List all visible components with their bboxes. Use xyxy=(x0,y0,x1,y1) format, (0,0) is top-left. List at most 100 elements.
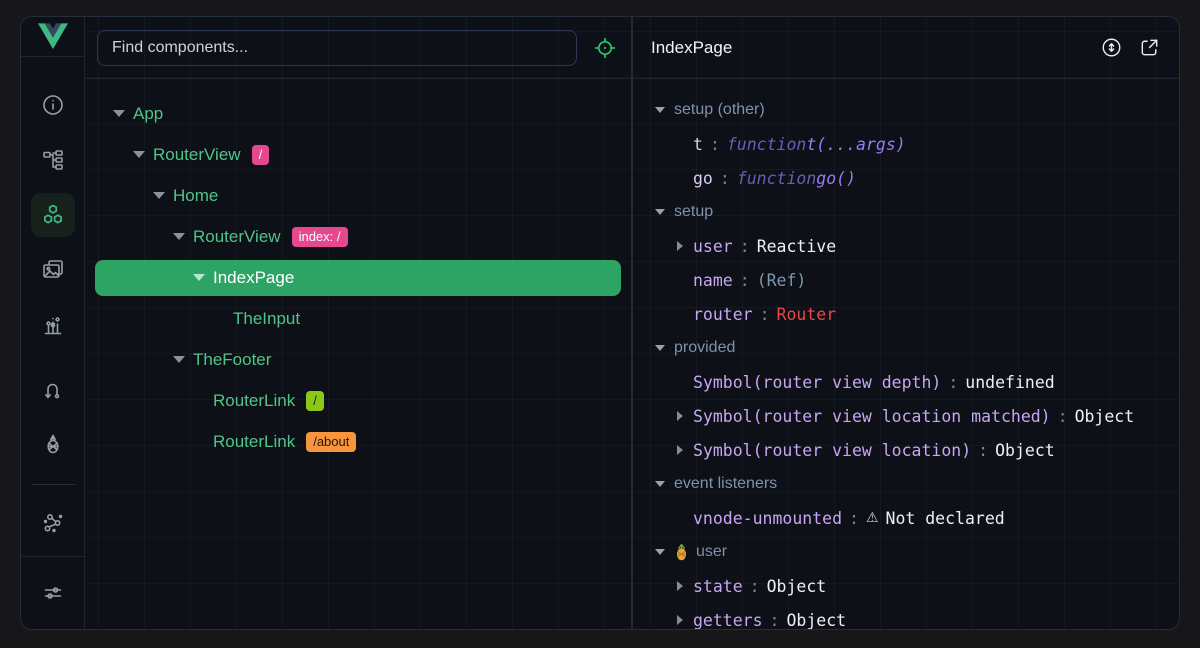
section-header-setup[interactable]: setup xyxy=(633,195,1179,229)
component-name: Home xyxy=(173,186,218,206)
key-value-separator: : xyxy=(1051,407,1075,426)
tree-row-app[interactable]: App xyxy=(85,93,631,134)
state-key: Symbol(router view depth) xyxy=(693,373,941,392)
component-tree-panel: App RouterView/Home RouterViewindex: /Inde… xyxy=(85,17,631,629)
component-name: App xyxy=(133,104,163,124)
inspector-state: setup (other) t:function t(...args)go:fun… xyxy=(633,79,1179,629)
collapse-arrow-icon[interactable] xyxy=(172,356,186,363)
state-key: Symbol(router view location matched) xyxy=(693,407,1051,426)
expand-arrow-icon[interactable] xyxy=(677,411,690,421)
section-label: setup xyxy=(674,203,713,221)
sidebar-item-assets[interactable] xyxy=(31,248,75,292)
sidebar-item-settings[interactable] xyxy=(31,571,75,615)
state-row-t[interactable]: t:function t(...args) xyxy=(633,127,1179,161)
sidebar-item-components[interactable] xyxy=(31,193,75,237)
section-label: setup (other) xyxy=(674,101,765,119)
tree-row-routerlink[interactable]: RouterLink/ xyxy=(85,380,631,421)
state-key: user xyxy=(693,237,733,256)
state-value: function xyxy=(737,169,816,188)
devtools-window: AppRouterView/HomeRouterViewindex: /Inde… xyxy=(20,16,1180,630)
tree-row-indexpage[interactable]: IndexPage xyxy=(95,260,621,296)
collapse-arrow-icon[interactable] xyxy=(112,110,126,117)
state-value: Router xyxy=(777,305,837,324)
scroll-to-component-button[interactable] xyxy=(1099,36,1123,60)
state-row-vnode-unmounted[interactable]: vnode-unmounted:⚠Not declared xyxy=(633,501,1179,535)
state-row-symbol-router-view-location-[interactable]: Symbol(router view location):Object xyxy=(633,433,1179,467)
tree-row-home[interactable]: Home xyxy=(85,175,631,216)
state-value: (Ref) xyxy=(757,271,807,290)
expand-arrow-icon[interactable] xyxy=(677,445,690,455)
info-icon xyxy=(41,93,65,117)
key-value-separator: : xyxy=(763,611,787,630)
tree-row-thefooter[interactable]: TheFooter xyxy=(85,339,631,380)
collapse-arrow-icon[interactable] xyxy=(172,233,186,240)
component-name: RouterLink xyxy=(213,432,295,452)
state-row-state[interactable]: state:Object xyxy=(633,569,1179,603)
state-row-getters[interactable]: getters:Object xyxy=(633,603,1179,629)
section-header-setup-other-[interactable]: setup (other) xyxy=(633,93,1179,127)
sidebar-item-pinia[interactable] xyxy=(31,423,75,467)
state-value: function xyxy=(727,135,806,154)
state-row-symbol-router-view-depth-[interactable]: Symbol(router view depth):undefined xyxy=(633,365,1179,399)
collapse-arrow-icon[interactable] xyxy=(192,274,206,281)
collapse-arrow-icon xyxy=(655,345,665,351)
expand-arrow-icon[interactable] xyxy=(677,241,690,251)
sidebar-item-component-tree[interactable] xyxy=(31,138,75,182)
sidebar-item-router[interactable] xyxy=(31,368,75,412)
tree-row-routerview[interactable]: RouterViewindex: / xyxy=(85,216,631,257)
open-in-editor-button[interactable] xyxy=(1137,36,1161,60)
inspector-panel: IndexPage xyxy=(633,17,1179,629)
state-row-router[interactable]: router:Router xyxy=(633,297,1179,331)
pinia-icon xyxy=(41,433,65,457)
components-icon xyxy=(40,202,66,228)
key-value-separator: : xyxy=(842,509,866,528)
section-header-provided[interactable]: provided xyxy=(633,331,1179,365)
key-value-separator: : xyxy=(743,577,767,596)
sidebar-item-info[interactable] xyxy=(31,83,75,127)
component-name: TheInput xyxy=(233,309,300,329)
state-row-name[interactable]: name: (Ref) xyxy=(633,263,1179,297)
screen-background: AppRouterView/HomeRouterViewindex: /Inde… xyxy=(0,0,1200,648)
state-key: Symbol(router view location) xyxy=(693,441,971,460)
tree-row-routerview[interactable]: RouterView/ xyxy=(85,134,631,175)
state-value: Reactive xyxy=(757,237,836,256)
tree-row-theinput[interactable]: TheInput xyxy=(85,298,631,339)
settings-icon xyxy=(41,581,65,605)
state-row-user[interactable]: user:Reactive xyxy=(633,229,1179,263)
tree-toolbar xyxy=(85,17,631,79)
state-key: router xyxy=(693,305,753,324)
vue-logo xyxy=(21,17,84,57)
pinia-store-icon xyxy=(674,544,689,561)
router-icon xyxy=(41,378,65,402)
open-in-editor-icon xyxy=(1138,36,1161,59)
section-header-user[interactable]: user xyxy=(633,535,1179,569)
expand-arrow-icon[interactable] xyxy=(677,615,690,625)
collapse-arrow-icon xyxy=(655,209,665,215)
sidebar xyxy=(21,17,85,629)
key-value-separator: : xyxy=(703,135,727,154)
state-row-go[interactable]: go:function go() xyxy=(633,161,1179,195)
collapse-arrow-icon xyxy=(655,549,665,555)
component-tree-icon xyxy=(41,148,65,172)
key-value-separator: : xyxy=(753,305,777,324)
component-name: RouterView xyxy=(153,145,241,165)
state-key: t xyxy=(693,135,703,154)
section-header-event-listeners[interactable]: event listeners xyxy=(633,467,1179,501)
collapse-arrow-icon[interactable] xyxy=(152,192,166,199)
sidebar-item-graph[interactable] xyxy=(31,501,75,545)
sidebar-item-timeline[interactable] xyxy=(31,303,75,347)
target-icon xyxy=(593,36,617,60)
inspect-component-button[interactable] xyxy=(591,34,619,62)
tree-row-routerlink[interactable]: RouterLink/about xyxy=(85,421,631,462)
collapse-arrow-icon[interactable] xyxy=(132,151,146,158)
expand-arrow-icon[interactable] xyxy=(677,581,690,591)
search-input[interactable] xyxy=(97,30,577,66)
key-value-separator: : xyxy=(941,373,965,392)
scroll-to-component-icon xyxy=(1100,36,1123,59)
inspector-title: IndexPage xyxy=(651,38,732,58)
sidebar-divider xyxy=(31,484,75,485)
section-label: provided xyxy=(674,339,735,357)
state-row-symbol-router-view-location-matched-[interactable]: Symbol(router view location matched):Obj… xyxy=(633,399,1179,433)
component-tree: App RouterView/Home RouterViewindex: /Inde… xyxy=(85,79,631,462)
section-label: event listeners xyxy=(674,475,777,493)
